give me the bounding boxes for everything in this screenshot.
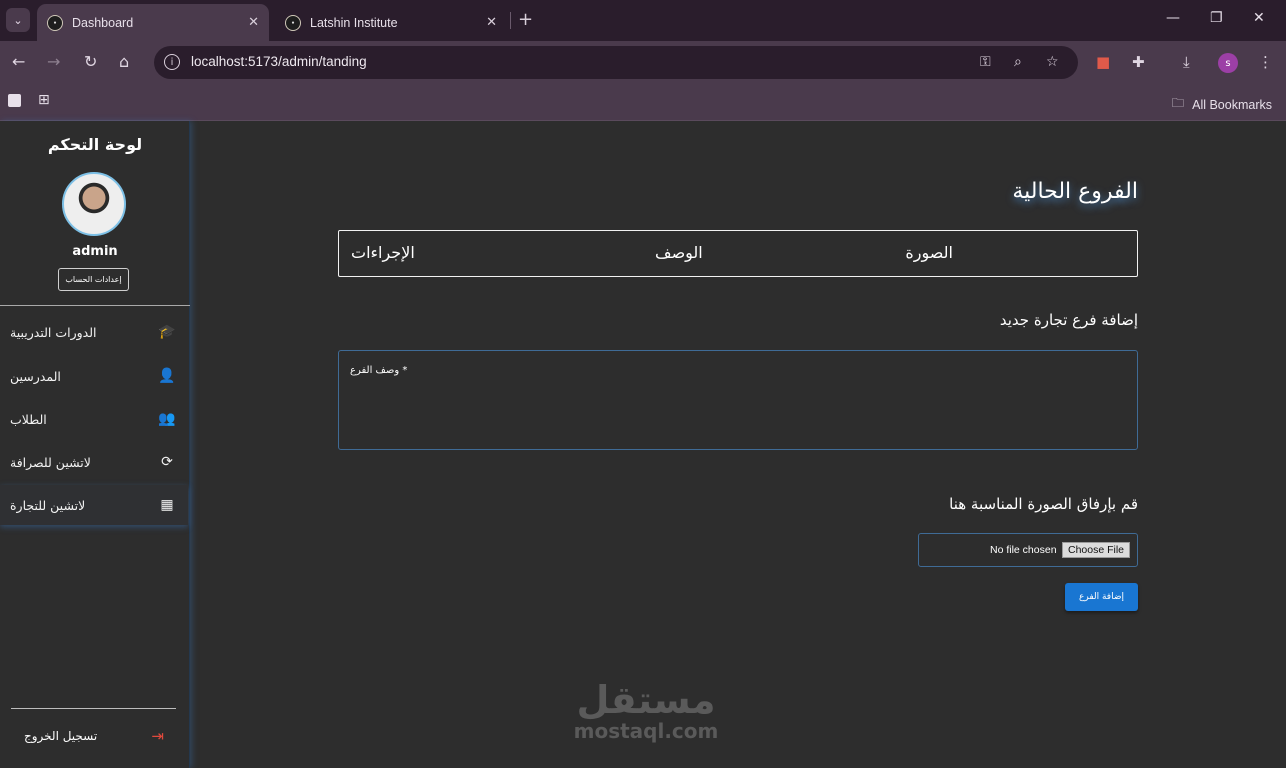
tab-latshin[interactable]: ● Latshin Institute ✕ bbox=[275, 4, 507, 41]
password-key-icon[interactable]: ⚿ bbox=[980, 54, 991, 70]
logout-label: تسجيل الخروج bbox=[24, 729, 98, 743]
choose-file-button[interactable]: Choose File bbox=[1062, 542, 1130, 558]
tab-dashboard[interactable]: ● Dashboard ✕ bbox=[37, 4, 269, 41]
sidebar: لوحة التحكم admin إعدادات الحساب الدورات… bbox=[0, 121, 190, 768]
browser-tabstrip: ⌄ ● Dashboard ✕ ● Latshin Institute ✕ + … bbox=[0, 0, 1286, 41]
graduation-cap-icon: 🎓 bbox=[158, 324, 176, 340]
reload-icon[interactable]: ↻ bbox=[84, 52, 97, 71]
column-header-image: الصورة bbox=[905, 243, 953, 262]
tab-separator bbox=[510, 12, 511, 29]
site-favicon-icon: ● bbox=[47, 14, 63, 31]
back-icon[interactable]: ← bbox=[12, 52, 25, 71]
page-title: الفروع الحالية bbox=[1012, 179, 1138, 204]
column-header-description: الوصف bbox=[655, 243, 703, 262]
sidebar-item-label: الدورات التدريبية bbox=[10, 324, 97, 340]
upload-heading: قم بإرفاق الصورة المناسبة هنا bbox=[949, 495, 1138, 513]
sidebar-item-students[interactable]: الطلاب 👥 bbox=[0, 399, 188, 439]
description-placeholder: وصف الفرع * bbox=[350, 365, 408, 376]
sidebar-item-label: المدرسين bbox=[10, 368, 61, 384]
window-close-icon[interactable]: ✕ bbox=[1253, 10, 1265, 26]
avatar bbox=[62, 172, 126, 236]
sidebar-title: لوحة التحكم bbox=[47, 135, 143, 154]
bookmarks-bar: ⊞ 🗀 All Bookmarks bbox=[0, 85, 1286, 121]
people-icon: 👥 bbox=[158, 411, 176, 427]
branches-table-header: الصورة الوصف الإجراءات bbox=[338, 230, 1138, 277]
file-status: No file chosen bbox=[990, 544, 1057, 556]
sidebar-item-trading[interactable]: لاتشين للتجارة ▦ bbox=[0, 485, 188, 525]
person-icon: 👤 bbox=[158, 368, 176, 384]
profile-avatar[interactable]: s bbox=[1218, 53, 1238, 73]
account-settings-button[interactable]: إعدادات الحساب bbox=[58, 268, 129, 291]
apps-grid-icon[interactable]: ⊞ bbox=[38, 92, 50, 108]
sidebar-item-teachers[interactable]: المدرسين 👤 bbox=[0, 356, 188, 396]
username: admin bbox=[72, 244, 118, 259]
add-branch-button[interactable]: إضافة الفرع bbox=[1065, 583, 1138, 611]
all-bookmarks-label: All Bookmarks bbox=[1192, 97, 1272, 112]
extension-icon[interactable]: ■ bbox=[1096, 53, 1110, 71]
column-header-actions: الإجراءات bbox=[351, 243, 415, 262]
forward-icon[interactable]: → bbox=[47, 52, 60, 71]
tab-group-icon[interactable] bbox=[8, 94, 21, 107]
sidebar-footer-divider bbox=[11, 708, 176, 709]
address-bar[interactable]: i localhost:5173/admin/tanding ⚿ ⌕ ☆ bbox=[154, 46, 1078, 79]
restore-icon[interactable]: ❐ bbox=[1210, 10, 1223, 26]
tab-title: Latshin Institute bbox=[310, 15, 398, 30]
sidebar-item-label: لاتشين للتجارة bbox=[10, 497, 86, 513]
description-field[interactable]: وصف الفرع * bbox=[338, 350, 1138, 450]
logout-button[interactable]: تسجيل الخروج ⇥ bbox=[24, 727, 164, 745]
close-tab-icon[interactable]: ✕ bbox=[248, 14, 259, 30]
sidebar-item-label: الطلاب bbox=[10, 411, 47, 427]
download-icon[interactable]: ⤓ bbox=[1183, 53, 1190, 71]
sidebar-item-exchange[interactable]: لاتشين للصرافة ⟳ bbox=[0, 442, 188, 482]
file-input[interactable]: No file chosen Choose File bbox=[918, 533, 1138, 567]
minimize-icon[interactable]: — bbox=[1166, 10, 1180, 26]
tab-search-icon[interactable]: ⌄ bbox=[6, 8, 30, 32]
browser-toolbar: ← → ↻ ⌂ i localhost:5173/admin/tanding ⚿… bbox=[0, 41, 1286, 85]
close-tab-icon[interactable]: ✕ bbox=[486, 14, 497, 30]
main-content: الفروع الحالية الصورة الوصف الإجراءات إض… bbox=[191, 121, 1286, 768]
folder-icon: 🗀 bbox=[1171, 96, 1185, 110]
home-icon[interactable]: ⌂ bbox=[119, 52, 129, 71]
all-bookmarks[interactable]: 🗀 All Bookmarks bbox=[1172, 94, 1272, 115]
new-tab-icon[interactable]: + bbox=[518, 9, 533, 30]
menu-kebab-icon[interactable]: ⋮ bbox=[1258, 53, 1273, 71]
bookmark-star-icon[interactable]: ☆ bbox=[1046, 54, 1059, 70]
zoom-icon[interactable]: ⌕ bbox=[1014, 54, 1022, 70]
sidebar-item-label: لاتشين للصرافة bbox=[10, 454, 91, 470]
site-favicon-icon: ● bbox=[285, 14, 301, 31]
watermark-arabic: مستقل bbox=[576, 678, 716, 722]
site-info-icon[interactable]: i bbox=[164, 54, 180, 70]
sidebar-item-courses[interactable]: الدورات التدريبية 🎓 bbox=[0, 312, 188, 352]
extensions-puzzle-icon[interactable]: ✚ bbox=[1132, 53, 1145, 71]
url-text[interactable]: localhost:5173/admin/tanding bbox=[191, 54, 367, 69]
currency-exchange-icon: ⟳ bbox=[161, 454, 173, 470]
building-icon: ▦ bbox=[160, 497, 174, 513]
watermark: مستقل mostaql.com bbox=[566, 680, 726, 742]
add-branch-heading: إضافة فرع تجارة جديد bbox=[999, 311, 1138, 329]
watermark-latin: mostaql.com bbox=[573, 719, 719, 743]
tab-title: Dashboard bbox=[72, 15, 134, 30]
logout-icon: ⇥ bbox=[151, 727, 164, 745]
sidebar-divider bbox=[0, 305, 190, 306]
